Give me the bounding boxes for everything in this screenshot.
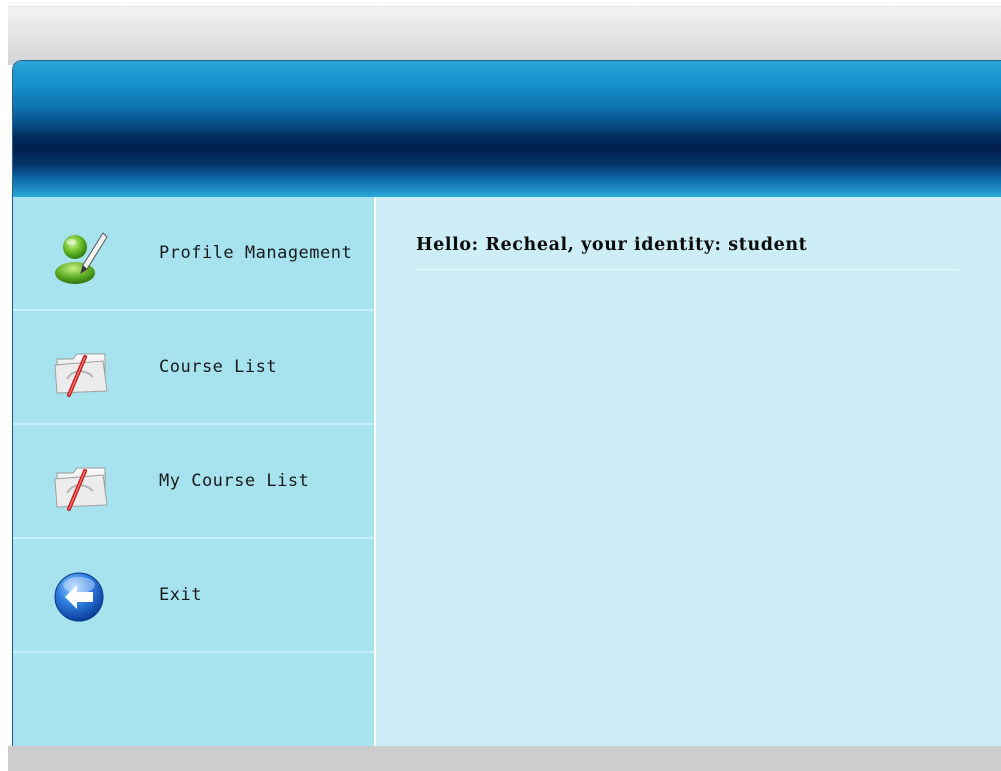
header-banner (13, 61, 1001, 197)
sidebar-item-label: Course List (159, 357, 278, 377)
folder-pen-icon (51, 341, 109, 399)
sidebar-item-profile-management[interactable]: Profile Management (13, 197, 374, 311)
sidebar-item-label: My Course List (159, 471, 310, 491)
user-edit-icon (51, 227, 109, 285)
sidebar-item-label: Exit (159, 585, 202, 605)
app-frame: Profile Management Course List My Course… (12, 60, 1001, 748)
bottom-bar (8, 746, 1001, 771)
sidebar-item-exit[interactable]: Exit (13, 539, 374, 653)
main-content: Hello: Recheal, your identity: student (376, 197, 1001, 747)
sidebar-item-my-course-list[interactable]: My Course List (13, 425, 374, 539)
top-bar (8, 6, 1001, 65)
sidebar: Profile Management Course List My Course… (13, 197, 376, 747)
sidebar-item-label: Profile Management (159, 243, 353, 263)
back-arrow-icon (51, 569, 109, 627)
greeting-divider (416, 269, 959, 270)
sidebar-item-course-list[interactable]: Course List (13, 311, 374, 425)
folder-pen-icon (51, 455, 109, 513)
greeting-text: Hello: Recheal, your identity: student (416, 235, 808, 255)
